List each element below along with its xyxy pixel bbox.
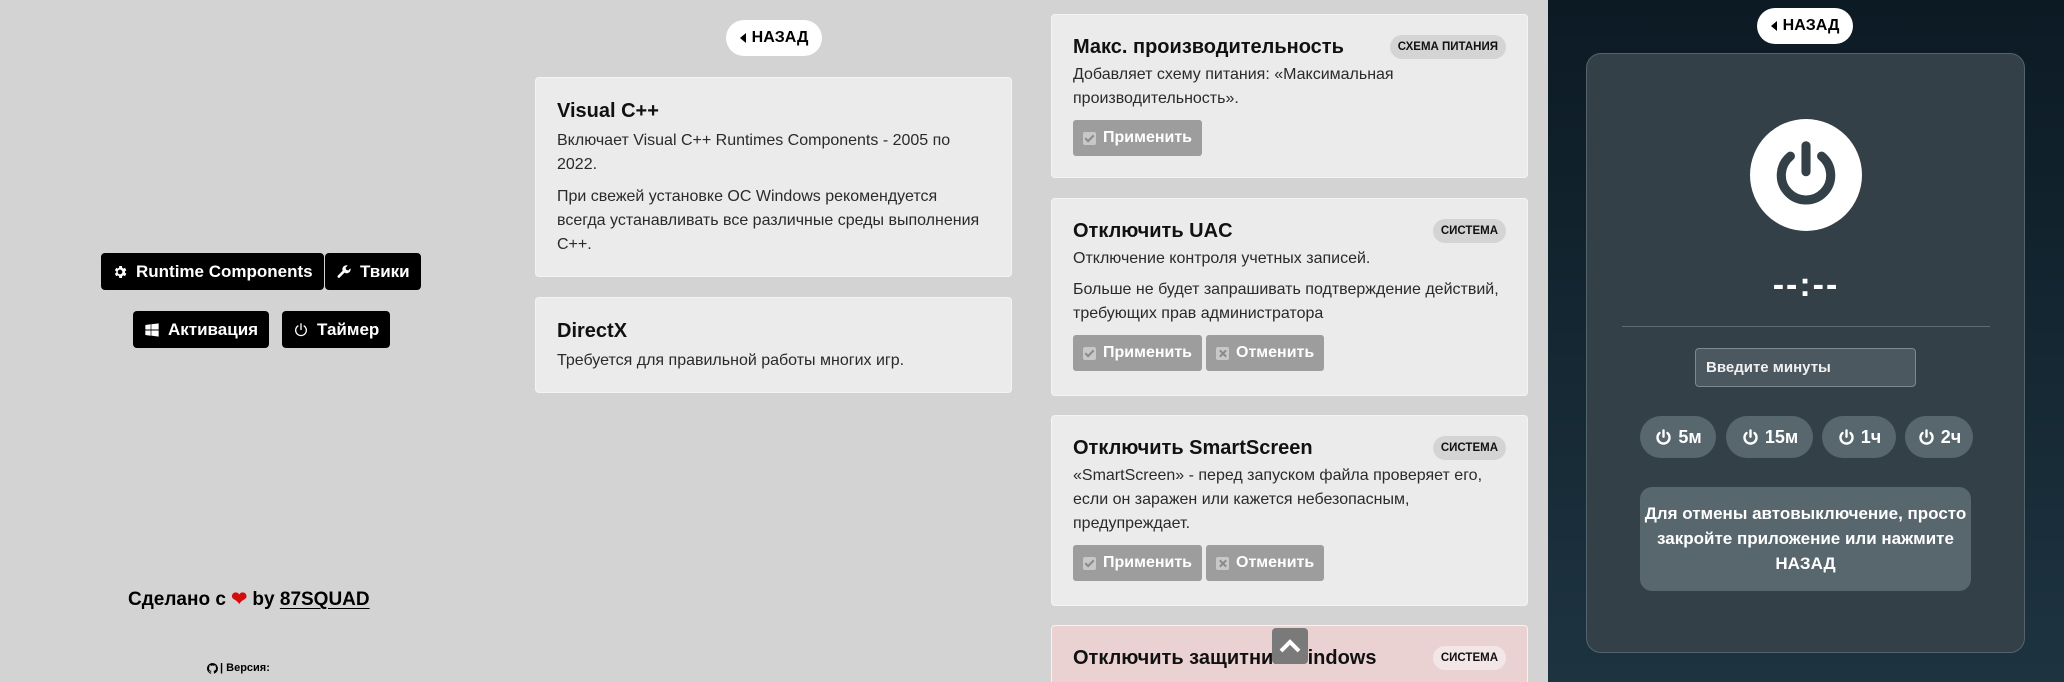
nav-timer[interactable]: Таймер — [282, 311, 391, 348]
cancel-button[interactable]: Отменить — [1206, 335, 1325, 371]
brand-link[interactable]: 87SQUAD — [280, 589, 370, 610]
credit-line: Сделано с ❤ by 87SQUAD — [128, 588, 370, 611]
wrench-icon — [337, 264, 351, 278]
preset-label: 5м — [1678, 426, 1702, 447]
power-icon — [1656, 428, 1671, 445]
nav-runtime-components[interactable]: Runtime Components — [101, 253, 324, 290]
runtime-card-directx[interactable]: DirectX Требуется для правильной работы … — [535, 297, 1012, 393]
power-icon — [295, 322, 307, 336]
nav-activation-label: Активация — [168, 319, 259, 339]
gear-icon — [114, 265, 127, 278]
heart-icon: ❤ — [231, 589, 248, 610]
nav-tweaks-label: Твики — [360, 261, 410, 281]
apply-label: Применить — [1103, 129, 1193, 146]
apply-label: Применить — [1103, 344, 1193, 361]
shutdown-button[interactable] — [1750, 119, 1862, 231]
windows-icon — [145, 322, 159, 337]
category-badge: СИСТЕМА — [1432, 436, 1506, 460]
divider — [1622, 326, 1990, 327]
x-icon — [1216, 556, 1230, 570]
tweak-title: Отключить UAC — [1073, 219, 1233, 242]
tweak-card-disable-uac: Отключить UAC СИСТЕМА Отключение контрол… — [1051, 198, 1528, 396]
back-button-label: НАЗАД — [1782, 17, 1840, 34]
chevron-up-icon — [1279, 639, 1301, 653]
chevron-left-icon — [739, 33, 746, 43]
back-button[interactable]: НАЗАД — [726, 20, 822, 56]
apply-button[interactable]: Применить — [1073, 335, 1203, 371]
credit-by: by — [252, 589, 275, 610]
check-icon — [1083, 556, 1096, 570]
power-icon — [1919, 428, 1934, 445]
nav-tweaks[interactable]: Твики — [325, 253, 421, 290]
preset-15m-button[interactable]: 15м — [1726, 416, 1813, 458]
card-title: DirectX — [557, 320, 628, 342]
check-icon — [1083, 346, 1096, 360]
tweak-card-disable-smartscreen: Отключить SmartScreen СИСТЕМА «SmartScre… — [1051, 415, 1528, 606]
credit-made-with: Сделано с — [128, 589, 226, 610]
apply-label: Применить — [1103, 554, 1193, 571]
cancel-hint: Для отмены автовыключение, просто закрой… — [1640, 487, 1971, 591]
cancel-button[interactable]: Отменить — [1206, 545, 1325, 581]
tweak-desc: «SmartScreen» - перед запуском файла про… — [1073, 467, 1483, 532]
card-desc: Требуется для правильной работы многих и… — [557, 352, 905, 369]
preset-label: 15м — [1764, 426, 1799, 447]
github-icon[interactable] — [207, 662, 218, 674]
category-badge: СИСТЕМА — [1432, 219, 1506, 243]
nav-activation[interactable]: Активация — [133, 311, 270, 348]
preset-label: 1ч — [1860, 426, 1882, 447]
tweak-card-max-performance: Макс. производительность СХЕМА ПИТАНИЯ Д… — [1051, 14, 1528, 178]
tweak-desc: Добавляет схему питания: «Максимальная п… — [1073, 66, 1394, 107]
version-line: | Версия: — [207, 662, 270, 674]
check-icon — [1083, 131, 1096, 145]
version-label: | Версия: — [220, 662, 270, 674]
tweak-title: Отключить SmartScreen — [1073, 436, 1313, 459]
preset-label: 2ч — [1940, 426, 1962, 447]
apply-button[interactable]: Применить — [1073, 120, 1203, 156]
category-badge: СХЕМА ПИТАНИЯ — [1389, 35, 1506, 59]
apply-button[interactable]: Применить — [1073, 545, 1203, 581]
x-icon — [1216, 346, 1230, 360]
power-icon — [1776, 141, 1836, 205]
cancel-hint-bold: НАЗАД — [1775, 554, 1836, 573]
nav-timer-label: Таймер — [317, 319, 380, 339]
nav-runtime-label: Runtime Components — [136, 261, 313, 281]
category-badge: СИСТЕМА — [1432, 646, 1506, 670]
card-title: Visual C++ — [557, 100, 659, 122]
countdown-display: --:-- — [1772, 266, 1840, 304]
back-button-label: НАЗАД — [751, 29, 809, 46]
chevron-left-icon — [1770, 21, 1777, 31]
scroll-top-button[interactable] — [1272, 628, 1308, 664]
card-desc: Включает Visual C++ Runtimes Components … — [557, 132, 951, 173]
runtime-card-visual-cpp[interactable]: Visual C++ Включает Visual C++ Runtimes … — [535, 77, 1012, 277]
card-desc: При свежей установке ОС Windows рекоменд… — [557, 188, 980, 253]
tweak-desc: Больше не будет запрашивать подтверждени… — [1073, 281, 1499, 322]
tweak-title: Отключить защитник Windows — [1073, 646, 1377, 669]
power-icon — [1839, 428, 1854, 445]
cancel-label: Отменить — [1236, 554, 1315, 571]
tweak-desc: Отключение контроля учетных записей. — [1073, 250, 1371, 267]
power-icon — [1743, 428, 1758, 445]
preset-1h-button[interactable]: 1ч — [1822, 416, 1896, 458]
cancel-label: Отменить — [1236, 344, 1315, 361]
preset-2h-button[interactable]: 2ч — [1905, 416, 1973, 458]
timer-back-button[interactable]: НАЗАД — [1757, 8, 1853, 44]
cancel-hint-text: Для отмены автовыключение, просто закрой… — [1644, 504, 1967, 548]
preset-5m-button[interactable]: 5м — [1640, 416, 1716, 458]
tweak-title: Макс. производительность — [1073, 35, 1344, 58]
minutes-input[interactable] — [1695, 348, 1916, 387]
